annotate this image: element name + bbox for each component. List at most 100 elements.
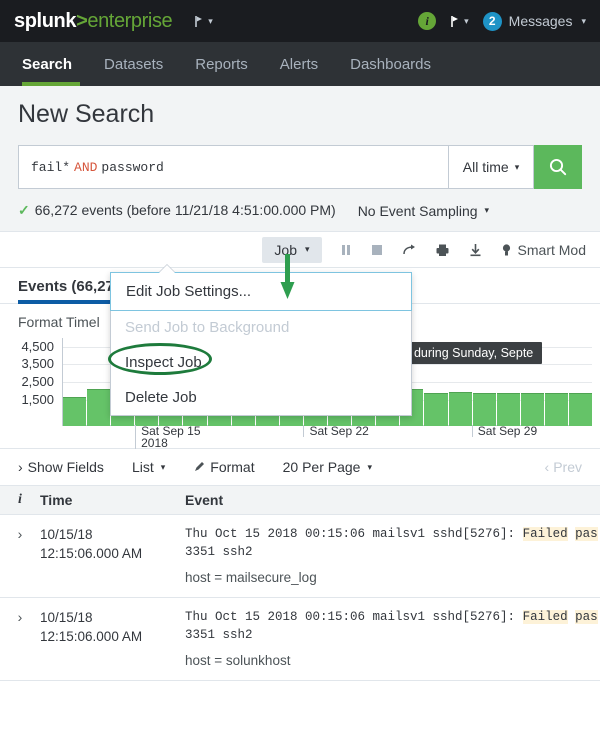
chart-bar[interactable] <box>497 393 520 426</box>
results-toolbar: › Show Fields List ▾ Format 20 Per Page … <box>0 448 600 485</box>
messages-caret-icon: ▾ <box>581 16 586 27</box>
nav-item-dashboards[interactable]: Dashboards <box>334 42 447 86</box>
event-highlight-password: pas <box>575 527 598 541</box>
list-mode-dropdown[interactable]: List ▾ <box>132 459 165 475</box>
per-page-caret-icon: ▾ <box>367 462 372 473</box>
print-icon[interactable] <box>435 243 450 257</box>
list-mode-caret-icon: ▾ <box>161 462 166 473</box>
logo-enterprise-text: enterprise <box>87 10 172 32</box>
job-dropdown-menu: Edit Job Settings... Send Job to Backgro… <box>110 272 412 416</box>
smart-mode-label: Smart Mod <box>518 242 586 258</box>
chart-x-tick-label: Sat Sep 29 <box>472 425 537 437</box>
chart-bar[interactable] <box>449 392 472 426</box>
messages-label: Messages <box>509 13 573 29</box>
splunk-logo[interactable]: splunk>enterprise <box>14 10 172 33</box>
event-sampling-dropdown[interactable]: No Event Sampling ▾ <box>358 203 489 219</box>
export-icon[interactable] <box>468 243 483 257</box>
list-mode-label: List <box>132 459 154 475</box>
event-field-host[interactable]: host = solunkhost <box>185 653 600 668</box>
chart-bar[interactable] <box>521 393 544 426</box>
nav-label-alerts: Alerts <box>280 56 318 73</box>
stop-icon[interactable] <box>370 243 384 257</box>
page-title: New Search <box>18 100 582 129</box>
prev-page-button[interactable]: ‹ Prev <box>545 459 582 475</box>
nav-item-alerts[interactable]: Alerts <box>264 42 334 86</box>
event-timestamp: 10/15/18 12:15:06.000 AM <box>40 525 185 585</box>
job-caret-icon: ▾ <box>305 244 310 255</box>
column-header-info: i <box>0 492 40 508</box>
lightbulb-icon <box>501 243 512 257</box>
chart-bar[interactable] <box>424 393 447 426</box>
prev-chevron-icon: ‹ <box>545 459 550 475</box>
chart-x-tick-label: Sat Sep 22 <box>303 425 368 437</box>
event-sampling-caret-icon: ▾ <box>485 205 490 216</box>
status-check-icon: ✓ <box>18 202 30 218</box>
search-submit-button[interactable] <box>534 145 582 189</box>
event-sampling-label: No Event Sampling <box>358 203 478 219</box>
event-field-label: host = <box>185 570 226 585</box>
annotation-arrow-down <box>279 254 297 300</box>
menu-item-inspect-job[interactable]: Inspect Job <box>111 345 411 380</box>
search-query-operator: AND <box>74 160 97 175</box>
expand-row-icon[interactable]: › <box>0 525 40 585</box>
flag-dropdown-icon[interactable]: ▾ <box>194 15 213 28</box>
event-field-host[interactable]: host = mailsecure_log <box>185 570 600 585</box>
pause-icon[interactable] <box>340 243 352 257</box>
time-range-picker[interactable]: All time ▾ <box>448 145 534 189</box>
messages-button[interactable]: 2 Messages ▾ <box>483 12 586 31</box>
chart-y-tick-label: 2,500 <box>6 374 54 389</box>
show-fields-chevron-icon: › <box>18 459 23 475</box>
info-icon[interactable]: i <box>418 12 436 30</box>
nav-label-datasets: Datasets <box>104 56 163 73</box>
show-fields-label: Show Fields <box>28 459 104 475</box>
table-row[interactable]: › 10/15/18 12:15:06.000 AM Thu Oct 15 20… <box>0 598 600 681</box>
time-range-caret-icon: ▾ <box>515 162 520 173</box>
job-toolbar: Job ▾ Smart Mod <box>0 232 600 268</box>
info-icon-glyph: i <box>425 14 428 29</box>
per-page-label: 20 Per Page <box>283 459 361 475</box>
prev-label: Prev <box>553 459 582 475</box>
top-header-bar: splunk>enterprise ▾ i ▾ 2 Messages ▾ <box>0 0 600 42</box>
menu-item-edit-job-settings[interactable]: Edit Job Settings... <box>110 272 412 311</box>
expand-row-icon[interactable]: › <box>0 608 40 668</box>
event-raw-prefix: Thu Oct 15 2018 00:15:06 mailsv1 sshd[52… <box>185 610 523 624</box>
main-navigation: Search Datasets Reports Alerts Dashboard… <box>0 42 600 86</box>
time-range-label: All time <box>463 159 509 175</box>
chart-y-tick-label: 4,500 <box>6 339 54 354</box>
messages-count-badge: 2 <box>483 12 502 31</box>
event-field-label: host = <box>185 653 226 668</box>
event-date: 10/15/18 <box>40 525 185 544</box>
smart-mode-selector[interactable]: Smart Mod <box>501 242 586 258</box>
event-body: Thu Oct 15 2018 00:15:06 mailsv1 sshd[52… <box>185 525 600 585</box>
event-raw-line2: 3351 ssh2 <box>185 543 600 561</box>
chart-bar[interactable] <box>87 389 110 426</box>
tab-events-label: Events (66,27 <box>18 278 114 295</box>
nav-item-reports[interactable]: Reports <box>179 42 264 86</box>
event-raw-space <box>568 527 576 541</box>
search-query-term2: password <box>101 160 163 175</box>
per-page-dropdown[interactable]: 20 Per Page ▾ <box>283 459 372 475</box>
share-icon[interactable] <box>402 243 417 257</box>
chart-bar[interactable] <box>473 393 496 426</box>
nav-item-search[interactable]: Search <box>14 42 88 86</box>
format-button[interactable]: Format <box>193 459 254 475</box>
column-header-event[interactable]: Event <box>185 492 600 508</box>
event-raw-line2: 3351 ssh2 <box>185 626 600 644</box>
chart-bar[interactable] <box>569 393 592 426</box>
menu-item-delete-job[interactable]: Delete Job <box>111 380 411 415</box>
show-fields-button[interactable]: › Show Fields <box>18 459 104 475</box>
chart-y-tick-label: 3,500 <box>6 356 54 371</box>
results-table-header: i Time Event <box>0 485 600 515</box>
event-field-value: solunkhost <box>226 653 291 668</box>
column-header-time[interactable]: Time <box>40 492 185 508</box>
chart-bar[interactable] <box>545 393 568 426</box>
search-input[interactable]: fail*ANDpassword <box>18 145 448 189</box>
chart-bar[interactable] <box>63 397 86 426</box>
event-clock: 12:15:06.000 AM <box>40 544 185 563</box>
table-row[interactable]: › 10/15/18 12:15:06.000 AM Thu Oct 15 20… <box>0 515 600 598</box>
activity-flag-icon[interactable]: ▾ <box>450 15 469 28</box>
nav-item-datasets[interactable]: Datasets <box>88 42 179 86</box>
event-body: Thu Oct 15 2018 00:15:06 mailsv1 sshd[52… <box>185 608 600 668</box>
event-highlight-failed: Failed <box>523 527 568 541</box>
format-timeline-button[interactable]: Format Timel <box>18 314 100 330</box>
